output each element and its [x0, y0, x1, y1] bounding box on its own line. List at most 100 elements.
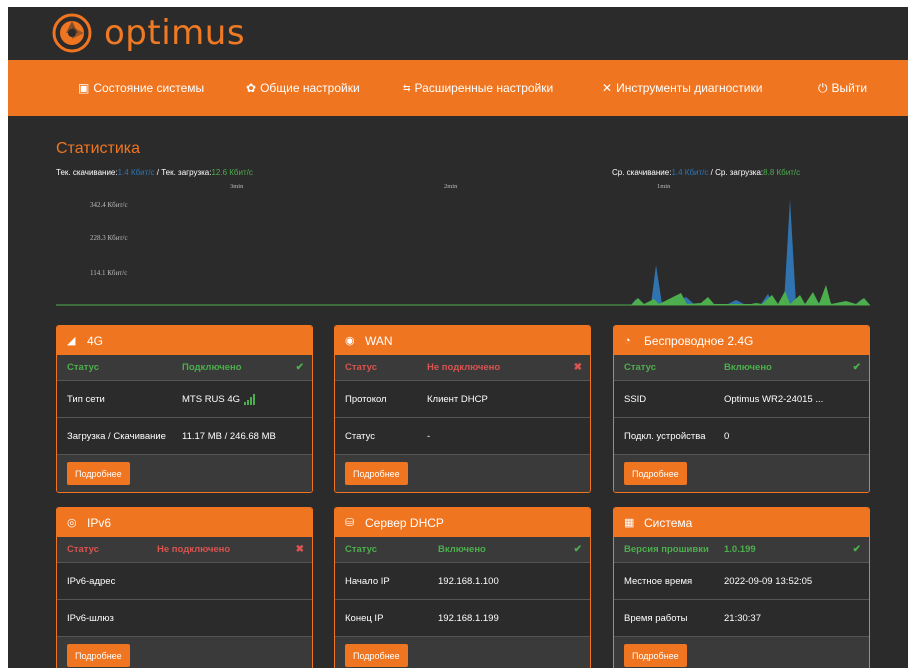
row-label: IPv6-шлюз: [67, 612, 114, 624]
row-value: 0: [724, 430, 730, 442]
row-label: Подкл. устройства: [624, 430, 706, 442]
current-upload-value: 12.6 Кбит/с: [211, 168, 253, 177]
average-upload-label: Ср. загрузка:: [715, 168, 764, 177]
firmware-value: 1.0.199: [724, 544, 756, 555]
row-value: Optimus WR2-24015 ...: [724, 393, 824, 405]
row-value: 11.17 MB / 246.68 MB: [182, 430, 276, 442]
panel-header: ◢ 4G: [57, 326, 312, 355]
panel-dhcp-server: ⛁ Сервер DHCP Статус Включено ✔ Начало I…: [334, 507, 591, 668]
end-ip-row: Конец IP 192.168.1.199: [335, 600, 590, 637]
panel-title: Система: [644, 515, 693, 530]
details-button[interactable]: Подробнее: [624, 462, 687, 485]
status-row: Версия прошивки 1.0.199 ✔: [614, 537, 869, 563]
panel-footer: Подробнее: [57, 637, 312, 668]
cross-icon: ✖: [573, 362, 582, 373]
brand-name: optimus: [104, 13, 246, 53]
sliders-icon: ⇆: [403, 82, 411, 93]
status-row: Статус Подключено ✔: [57, 355, 312, 381]
wifi-icon: ◔: [624, 334, 631, 347]
uptime-row: Время работы 21:30:37: [614, 600, 869, 637]
details-button[interactable]: Подробнее: [624, 644, 687, 667]
current-download-label: Тек. скачивание:: [56, 168, 118, 177]
panel-footer: Подробнее: [335, 637, 590, 668]
panel-4g: ◢ 4G Статус Подключено ✔ Тип сети MTS RU…: [56, 325, 313, 493]
panel-ipv6: ◎ IPv6 Статус Не подключено ✖ IPv6-адрес…: [56, 507, 313, 668]
local-time-row: Местное время 2022-09-09 13:52:05: [614, 563, 869, 600]
nav-item-advanced-settings[interactable]: ⇆ Расширенные настройки: [403, 60, 553, 116]
cross-icon: ✖: [295, 544, 304, 555]
start-ip-row: Начало IP 192.168.1.100: [335, 563, 590, 600]
status-row: Статус Не подключено ✖: [335, 355, 590, 381]
brand-logo[interactable]: optimus: [52, 7, 245, 59]
check-icon: ✔: [295, 362, 304, 373]
optimus-logo-icon: [52, 13, 92, 53]
globe-icon: ◉: [345, 335, 355, 347]
panel-footer: Подробнее: [335, 455, 590, 492]
nav-item-label: Инструменты диагностики: [616, 81, 763, 95]
tools-icon: ✕: [602, 81, 613, 95]
firmware-label: Версия прошивки: [624, 544, 709, 555]
average-traffic-line: Ср. скачивание:1.4 Кбит/с / Ср. загрузка…: [612, 168, 800, 177]
row-label: IPv6-адрес: [67, 575, 116, 587]
upload-series: [631, 285, 870, 305]
check-icon: ✔: [573, 544, 582, 555]
nav-item-label: Общие настройки: [260, 81, 360, 95]
traffic-row: Загрузка / Скачивание 11.17 MB / 246.68 …: [57, 418, 312, 455]
status-value: Не подключено: [427, 362, 501, 373]
nav-item-system-status[interactable]: ▣ Состояние системы: [78, 60, 204, 116]
status-value: Включено: [724, 362, 772, 373]
row-value: -: [427, 430, 431, 442]
panel-header: ◎ IPv6: [57, 508, 312, 537]
ipv6-address-row: IPv6-адрес: [57, 563, 312, 600]
average-upload-value: 8.8 Кбит/с: [763, 168, 801, 177]
details-button[interactable]: Подробнее: [67, 644, 130, 667]
system-icon: ▦: [624, 517, 635, 529]
protocol-row: Протокол Клиент DHCP: [335, 381, 590, 418]
signal-bars-icon: [244, 394, 255, 405]
nav-item-diagnostic-tools[interactable]: ✕ Инструменты диагностики: [602, 60, 762, 116]
panel-wan: ◉ WAN Статус Не подключено ✖ Протокол Кл…: [334, 325, 591, 493]
panel-wireless-24g: ◔ Беспроводное 2.4G Статус Включено ✔ SS…: [613, 325, 870, 493]
nav-item-logout[interactable]: ⏻ Выйти: [818, 60, 867, 116]
current-download-value: 1.4 Кбит/с: [117, 168, 155, 177]
panel-header: ◉ WAN: [335, 326, 590, 355]
panel-title: WAN: [365, 333, 393, 348]
check-icon: ✔: [852, 362, 861, 373]
panel-title: IPv6: [87, 515, 112, 530]
signal-icon: ◢: [67, 335, 76, 347]
panel-system: ▦ Система Версия прошивки 1.0.199 ✔ Мест…: [613, 507, 870, 668]
details-button[interactable]: Подробнее: [345, 462, 408, 485]
row-label: Тип сети: [67, 393, 105, 405]
status-label: Статус: [67, 544, 100, 555]
status-label: Статус: [67, 362, 100, 373]
panel-header: ⛁ Сервер DHCP: [335, 508, 590, 537]
ssid-row: SSID Optimus WR2-24015 ...: [614, 381, 869, 418]
nav-item-label: Выйти: [831, 81, 868, 95]
panel-footer: Подробнее: [614, 455, 869, 492]
nav-item-general-settings[interactable]: ✿ Общие настройки: [246, 60, 360, 116]
details-button[interactable]: Подробнее: [67, 462, 130, 485]
router-admin-window: optimus ▣ Состояние системы ✿ Общие наст…: [8, 7, 908, 668]
status-row: Статус Включено ✔: [335, 537, 590, 563]
connected-devices-row: Подкл. устройства 0: [614, 418, 869, 455]
power-icon: ⏻: [818, 80, 828, 95]
panel-title: Сервер DHCP: [365, 515, 444, 530]
panel-header: ◔ Беспроводное 2.4G: [614, 326, 869, 355]
average-download-value: 1.4 Кбит/с: [671, 168, 709, 177]
download-series: [631, 199, 870, 305]
panel-title: 4G: [87, 333, 104, 348]
details-button[interactable]: Подробнее: [345, 644, 408, 667]
average-download-label: Ср. скачивание:: [612, 168, 672, 177]
row-label: Время работы: [624, 612, 688, 624]
wan-status-row: Статус -: [335, 418, 590, 455]
current-upload-label: Тек. загрузка:: [161, 168, 212, 177]
status-row: Статус Включено ✔: [614, 355, 869, 381]
panel-title: Беспроводное 2.4G: [644, 333, 754, 348]
row-label: Конец IP: [345, 612, 384, 624]
row-label: Местное время: [624, 575, 693, 587]
current-traffic-line: Тек. скачивание:1.4 Кбит/с / Тек. загруз…: [56, 168, 253, 177]
status-label: Статус: [624, 362, 657, 373]
row-label: SSID: [624, 393, 647, 405]
nav-item-label: Расширенные настройки: [414, 81, 554, 95]
monitor-icon: ▣: [78, 81, 90, 95]
